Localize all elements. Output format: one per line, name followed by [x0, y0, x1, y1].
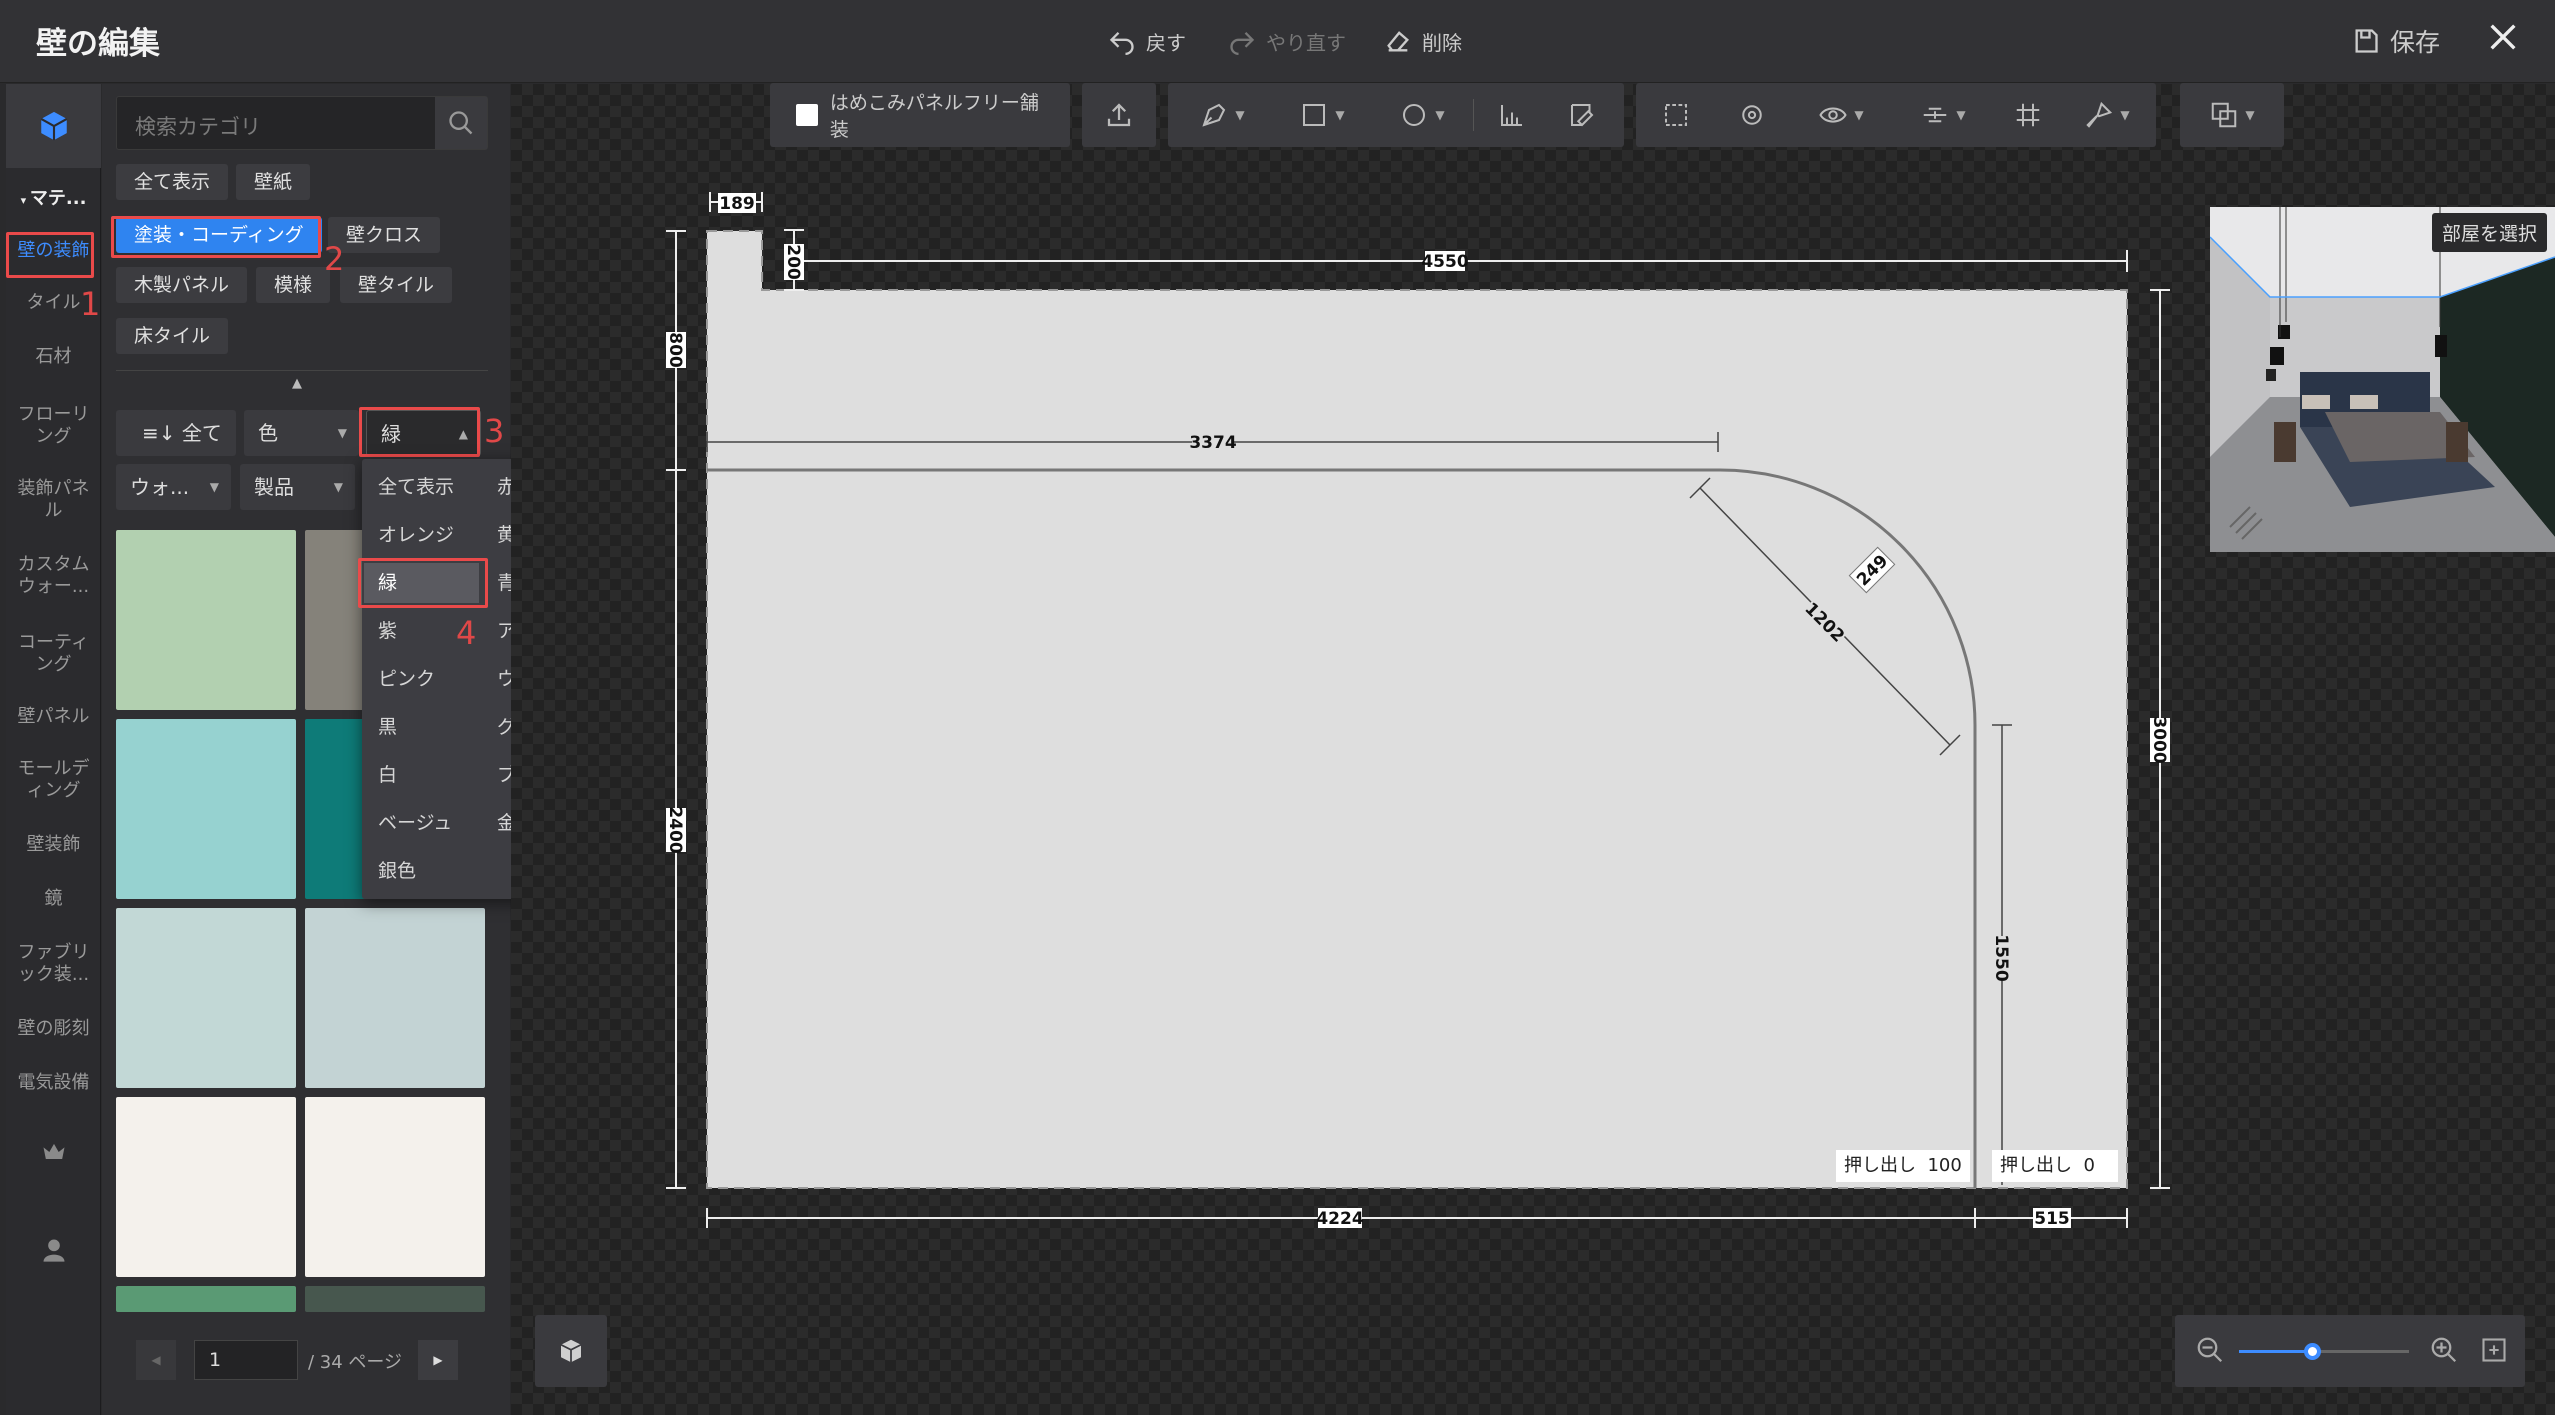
dim-right-height: 3000: [2149, 716, 2169, 763]
extrude-right-value[interactable]: 0: [2083, 1155, 2094, 1176]
extrude-right-field[interactable]: 押し出し 0: [1992, 1150, 2118, 1182]
room-preview[interactable]: 部屋を選択: [2210, 207, 2555, 552]
zoom-slider-fill: [2239, 1350, 2312, 1353]
dim-top-notch: 189: [719, 194, 755, 214]
wall-outline[interactable]: [706, 230, 2128, 1189]
select-room-button[interactable]: 部屋を選択: [2431, 213, 2547, 252]
dim-left-upper: 800: [665, 332, 685, 368]
zoom-out-icon[interactable]: [2195, 1335, 2225, 1369]
dim-bottom-left: 4224: [1316, 1209, 1363, 1229]
3d-view-button[interactable]: [535, 1315, 607, 1387]
extrude-left-field[interactable]: 押し出し 100: [1836, 1150, 1970, 1182]
dim-left-lower: 2400: [665, 806, 685, 853]
fit-view-icon[interactable]: [2480, 1336, 2508, 1368]
extrude-left-value[interactable]: 100: [1927, 1155, 1961, 1176]
zoom-slider[interactable]: [2239, 1343, 2409, 1360]
cube-view-icon: [560, 1339, 582, 1363]
bedroom-preview-image: [2210, 207, 2555, 552]
dim-top-width: 4550: [1421, 252, 1468, 272]
zoom-control: [2175, 1315, 2525, 1387]
zoom-slider-handle[interactable]: [2304, 1343, 2321, 1360]
dim-inner-width: 3374: [1189, 433, 1236, 453]
zoom-in-icon[interactable]: [2429, 1335, 2459, 1369]
dim-notch-height: 200: [783, 244, 803, 280]
wall-drawing: 189 4550 200 800 2400 3000 3374 249 1202…: [665, 192, 2170, 1229]
dim-inner-vertical: 1550: [1991, 934, 2011, 981]
dim-bottom-right: 515: [2034, 1209, 2070, 1229]
